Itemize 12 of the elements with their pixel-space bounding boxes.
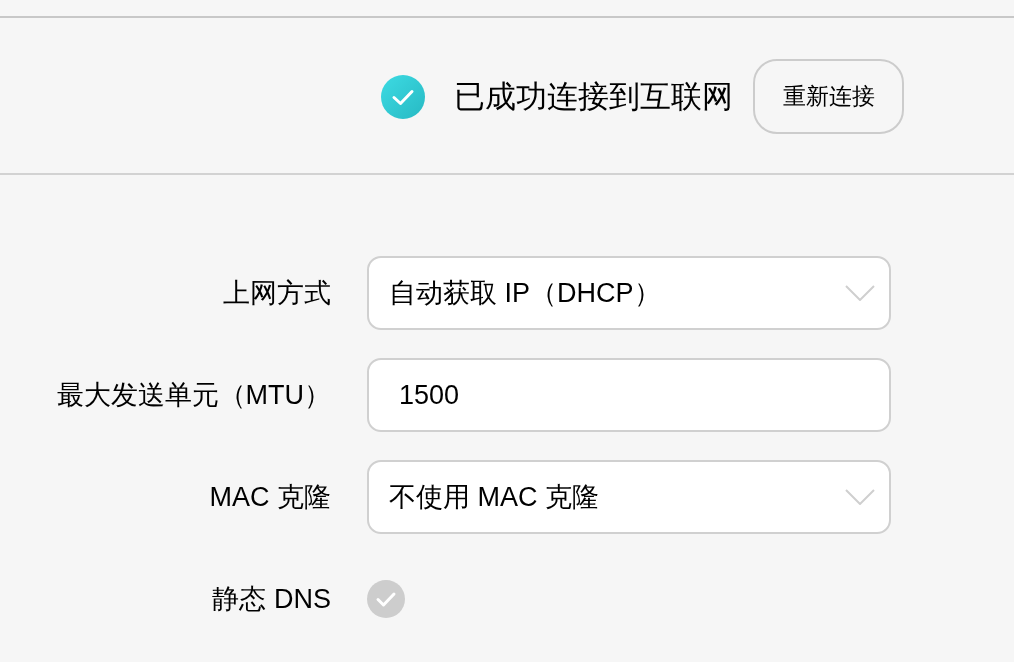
field-label: 上网方式 [222, 277, 331, 310]
field-label: 静态 DNS [211, 583, 331, 616]
connection-status-text: 已成功连接到互联网 [454, 77, 733, 116]
chevron-down-icon [845, 285, 875, 301]
checkbox[interactable] [367, 580, 405, 618]
field-label: MAC 克隆 [208, 481, 331, 514]
dropdown[interactable]: 自动获取 IP（DHCP） [367, 256, 891, 330]
chevron-down-icon [845, 489, 875, 505]
input-field[interactable]: 1500 [367, 358, 891, 432]
field-label: 最大发送单元（MTU） [55, 379, 331, 412]
dropdown[interactable]: 不使用 MAC 克隆 [367, 460, 891, 534]
reconnect-button[interactable]: 重新连接 [753, 59, 904, 134]
